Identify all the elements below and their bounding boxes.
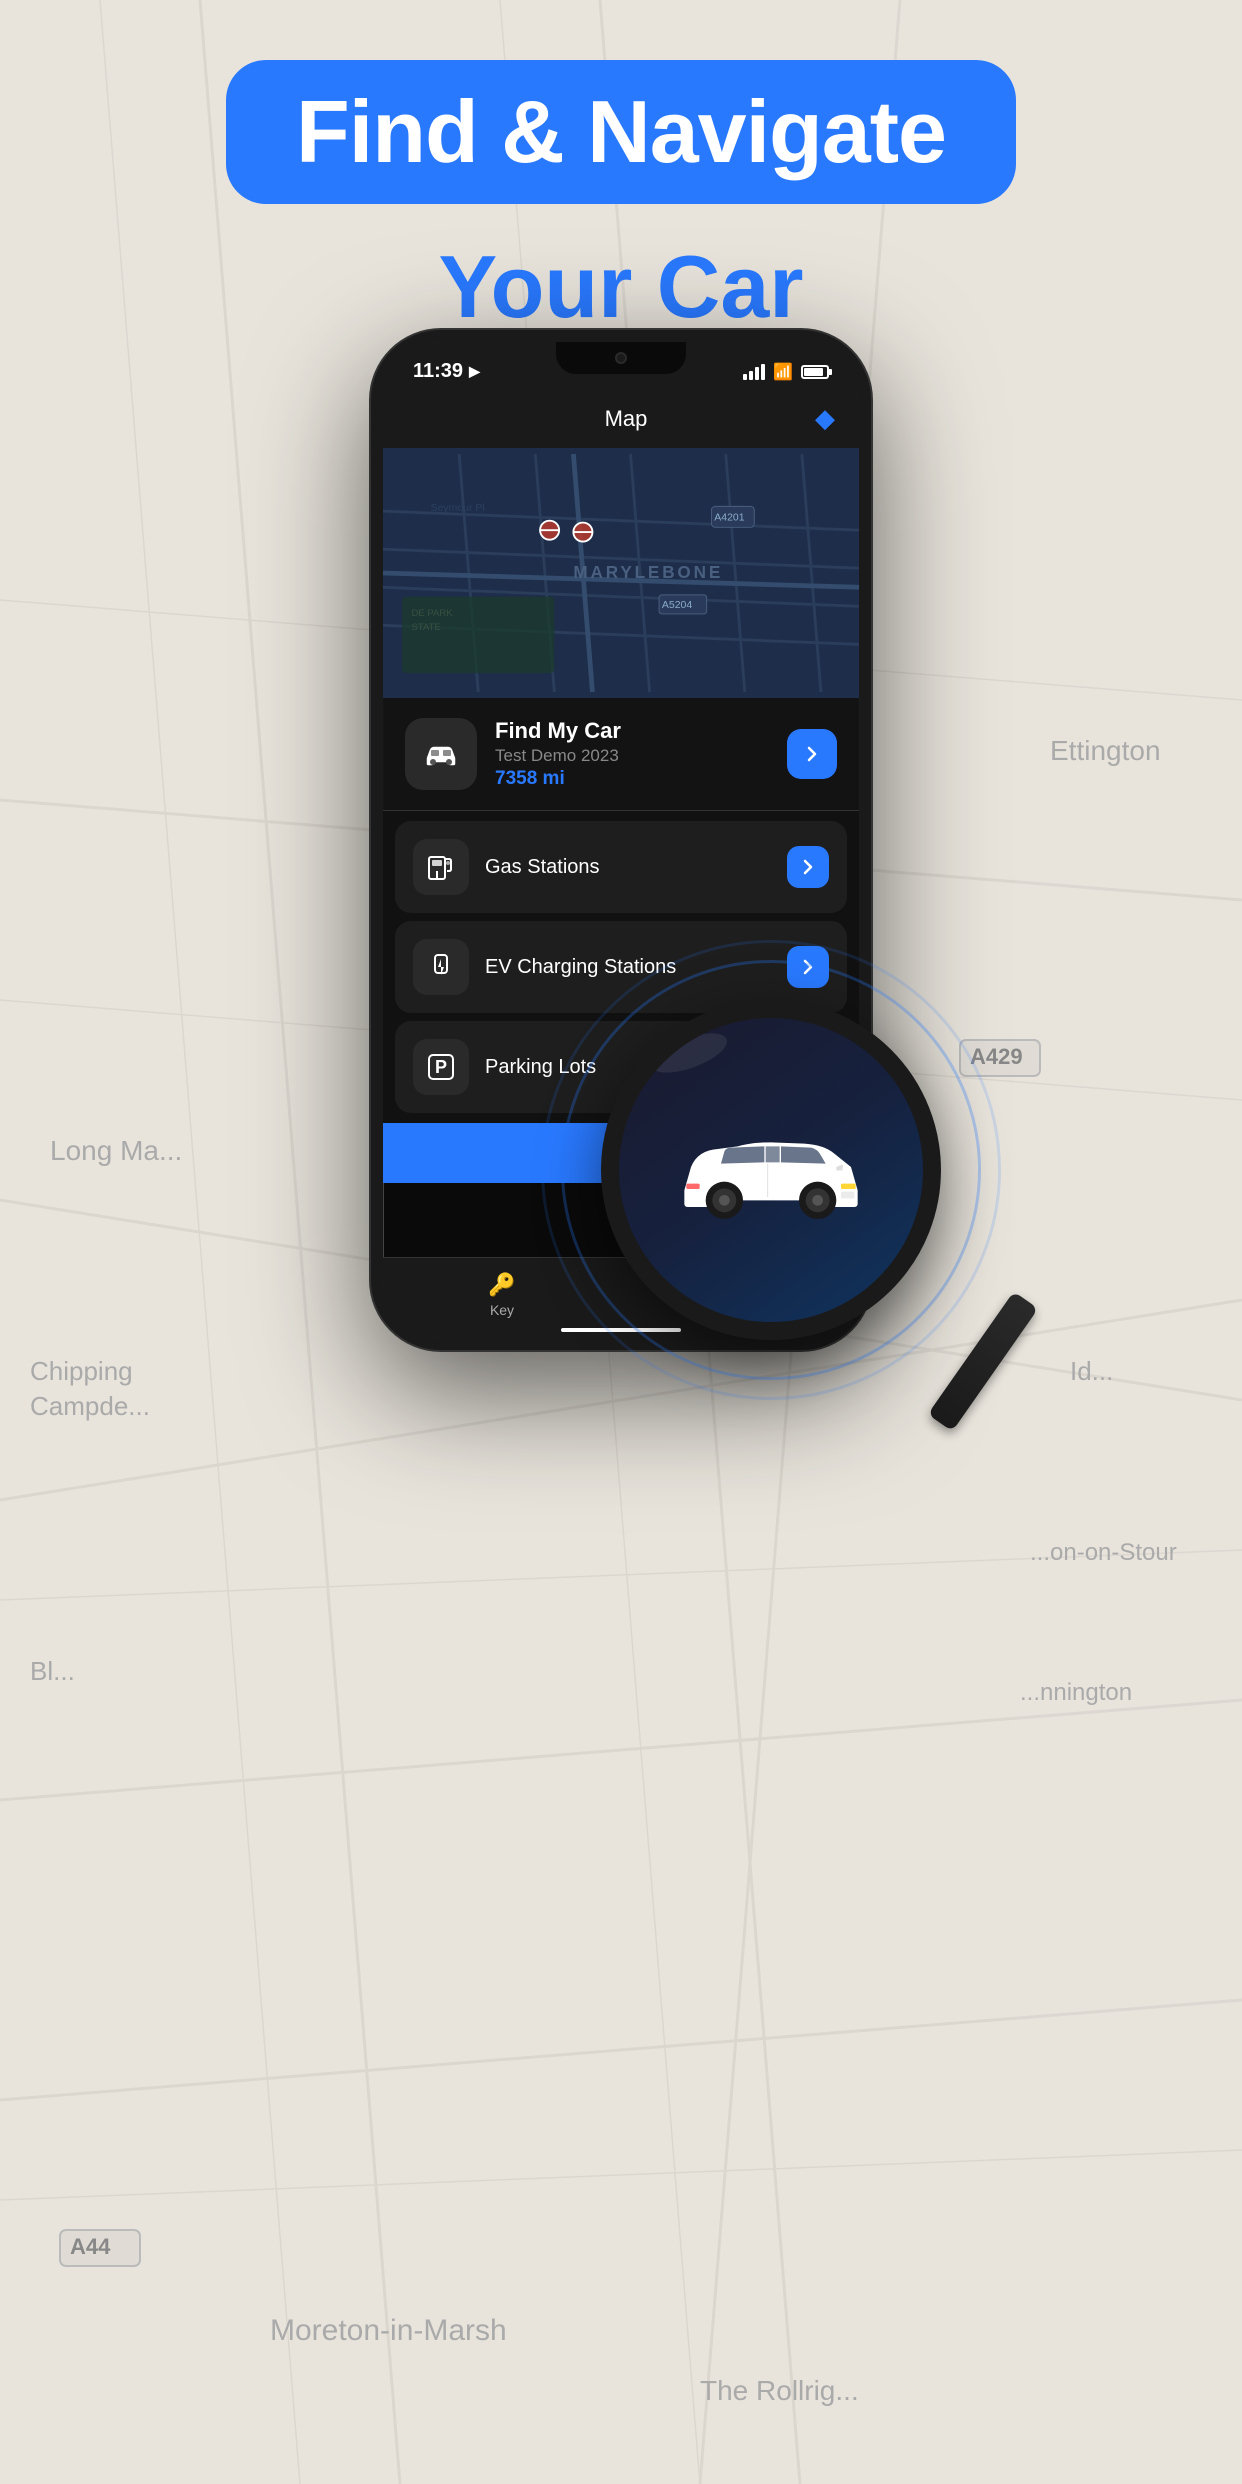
- svg-text:STATE: STATE: [412, 622, 441, 633]
- status-time: 11:39 ▶: [413, 360, 480, 383]
- svg-text:A44: A44: [70, 2234, 111, 2259]
- car-model: Test Demo 2023: [495, 746, 769, 766]
- parking-icon-box: P: [413, 1039, 469, 1095]
- svg-text:Moreton-in-Marsh: Moreton-in-Marsh: [270, 2314, 507, 2347]
- svg-text:A5204: A5204: [662, 600, 692, 611]
- find-my-car-card[interactable]: Find My Car Test Demo 2023 7358 mi: [383, 698, 859, 811]
- svg-text:Bl...: Bl...: [30, 1656, 75, 1686]
- car-icon-box: [405, 718, 477, 790]
- svg-text:DE PARK: DE PARK: [412, 608, 454, 619]
- headline-sub: Your Car: [438, 234, 803, 340]
- svg-text:...nnington: ...nnington: [1020, 1679, 1132, 1706]
- tab-key-label: Key: [490, 1302, 514, 1318]
- header-area: Find & Navigate Your Car: [0, 60, 1242, 340]
- svg-text:Campde...: Campde...: [30, 1391, 150, 1421]
- phone-notch: [556, 342, 686, 374]
- battery-icon: [801, 365, 829, 379]
- navigation-arrow-icon: ▶: [469, 363, 480, 380]
- car-info: Find My Car Test Demo 2023 7358 mi: [495, 718, 769, 790]
- svg-text:Long Ma...: Long Ma...: [50, 1135, 182, 1166]
- headline-main: Find & Navigate: [296, 88, 946, 176]
- magnifier: [571, 970, 1071, 1470]
- car-miles: 7358 mi: [495, 768, 769, 790]
- phone-volume-up-button: [371, 502, 375, 562]
- svg-text:Seymour Pl: Seymour Pl: [431, 503, 485, 514]
- parking-icon: P: [425, 1051, 457, 1083]
- premium-diamond-icon: ◆: [815, 403, 835, 434]
- svg-text:MARYLEBONE: MARYLEBONE: [573, 562, 723, 582]
- phone-power-button: [867, 542, 871, 662]
- gas-stations-arrow-button[interactable]: [787, 846, 829, 888]
- svg-text:P: P: [435, 1057, 447, 1077]
- chevron-right-icon: [802, 744, 822, 764]
- chevron-right-icon: [799, 858, 817, 876]
- gas-station-icon-box: [413, 839, 469, 895]
- magnifier-glass: [601, 1000, 941, 1340]
- wifi-icon: 📶: [773, 362, 793, 382]
- car-name: Find My Car: [495, 718, 769, 744]
- car-in-magnifier: [671, 1117, 871, 1224]
- car-icon: [419, 732, 463, 776]
- status-icons: 📶: [743, 362, 829, 382]
- gas-pump-icon: [425, 851, 457, 883]
- app-title: Map: [437, 406, 815, 432]
- ev-charging-icon-box: [413, 939, 469, 995]
- gas-stations-label: Gas Stations: [485, 856, 771, 879]
- phone-volume-down-button: [371, 582, 375, 682]
- headline-badge: Find & Navigate: [226, 60, 1016, 204]
- svg-text:Ettington: Ettington: [1050, 735, 1161, 766]
- phone-device: 11:39 ▶ 📶 Map ◆: [371, 330, 871, 1350]
- ev-charging-icon: [425, 951, 457, 983]
- svg-text:...on-on-Stour: ...on-on-Stour: [1030, 1539, 1177, 1566]
- camera-dot: [615, 352, 627, 364]
- gas-stations-item[interactable]: Gas Stations: [395, 821, 847, 913]
- svg-text:Chipping: Chipping: [30, 1356, 133, 1386]
- phone-map[interactable]: MARYLEBONE DE PARK STATE Seymour Pl A420…: [383, 448, 859, 698]
- key-icon: 🔑: [488, 1272, 515, 1298]
- find-my-car-arrow-button[interactable]: [787, 729, 837, 779]
- svg-text:The Rollrig...: The Rollrig...: [700, 2375, 859, 2406]
- app-header: Map ◆: [383, 391, 859, 448]
- signal-icon: [743, 364, 765, 380]
- svg-text:Id...: Id...: [1070, 1356, 1113, 1386]
- svg-text:A4201: A4201: [714, 513, 744, 524]
